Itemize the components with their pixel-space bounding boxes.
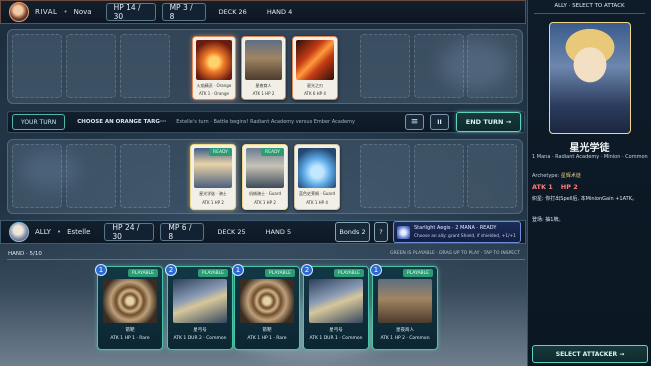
playable-badge: PLAYABLE	[265, 269, 295, 277]
blue-slime-art	[298, 148, 336, 188]
ally-hand: HAND 5	[265, 228, 292, 236]
enemy-slot[interactable]	[414, 34, 464, 98]
inspect-card-meta: 1 Mana · Radiant Academy · Minion · Comm…	[532, 154, 648, 160]
inspect-divider	[534, 13, 645, 14]
hand-card[interactable]: 2 PLAYABLE 星弓号 ATK 1 DUR 1 · Common	[301, 264, 369, 350]
ally-avatar[interactable]	[9, 222, 29, 242]
ally-card[interactable]: 蓝色史莱姆 · Guard ATK 1 HP 4	[294, 144, 340, 210]
ability-title: Starlight Aegis · 2 MANA · READY	[414, 225, 497, 231]
ally-deck: DECK 25	[217, 228, 246, 236]
rival-deck: DECK 26	[218, 8, 247, 16]
aegis-icon	[397, 226, 410, 239]
hand-card[interactable]: 1 PLAYABLE 箭靶 ATK 1 HP 1 · Rare	[95, 264, 163, 350]
rival-avatar[interactable]	[9, 2, 29, 22]
enemy-slot[interactable]	[120, 34, 170, 98]
merchant-art	[245, 40, 282, 80]
ally-slot[interactable]	[12, 144, 62, 208]
merchant-art	[378, 279, 432, 323]
playable-badge: PLAYABLE	[198, 269, 228, 277]
target-art	[103, 279, 157, 323]
hand-card[interactable]: 1 PLAYABLE 星夜商人 ATK 1 HP 2 · Common	[370, 264, 438, 350]
rival-hp: HP 14 / 30	[105, 3, 156, 21]
hand-hint: GREEN IS PLAYABLE · DRAG UP TO PLAY · TA…	[390, 251, 520, 256]
bonds-button[interactable]: Bonds 2	[335, 222, 370, 242]
ally-mp: MP 6 / 8	[160, 223, 205, 241]
mana-cost: 2	[301, 264, 313, 276]
hero-ability-button[interactable]: Starlight Aegis · 2 MANA · READY Choose …	[393, 221, 521, 243]
ally-card[interactable]: READY 机械骑士 · Guard ATK 1 HP 2	[242, 144, 288, 210]
battle-message: Estelle's turn · Battle begins! Radiant …	[176, 119, 355, 125]
inspect-header: ALLY · SELECT TO ATTACK	[554, 3, 625, 9]
inspect-archetype: Archetype: 星辉术徒	[532, 173, 581, 179]
inspect-effect-text: 织星: 你打出Spell后, 本MinionGain +1ATK。	[532, 196, 637, 202]
ally-slot[interactable]	[120, 144, 170, 208]
target-art	[240, 279, 294, 323]
rival-hand: HAND 4	[266, 8, 293, 16]
ally-slot[interactable]	[414, 144, 464, 208]
hand-card[interactable]: 2 PLAYABLE 星弓号 ATK 1 DUR 2 · Common	[165, 264, 233, 350]
pause-button[interactable]: II	[430, 114, 449, 130]
rival-label: RIVAL	[35, 8, 58, 16]
inspect-card-title: 星光学徒	[569, 143, 610, 154]
playable-badge: PLAYABLE	[403, 269, 433, 277]
ability-desc: Choose an ally: grant Shield, if shielde…	[414, 234, 516, 239]
turn-instruction: CHOOSE AN ORANGE TARG···	[77, 119, 167, 125]
enemy-card[interactable]: 火焰精灵 · Orange ATK 1 · Orange	[192, 36, 236, 100]
mana-cost: 1	[95, 264, 107, 276]
menu-icon: ≡	[410, 117, 419, 127]
enemy-slot[interactable]	[467, 34, 517, 98]
ally-label: ALLY	[35, 228, 51, 236]
enemy-slot[interactable]	[12, 34, 62, 98]
rival-player-name: Nova	[73, 8, 92, 16]
ally-slot[interactable]	[66, 144, 116, 208]
inspect-card-art	[549, 22, 631, 134]
hand-label: HAND · 5/10	[8, 251, 42, 257]
playable-badge: PLAYABLE	[334, 269, 364, 277]
enemy-card[interactable]: 星夜商人 ATK 1 HP 2	[241, 36, 286, 100]
star-bow-art	[309, 279, 363, 323]
ally-slot[interactable]	[360, 144, 410, 208]
ally-player-name: Estelle	[67, 228, 91, 236]
ready-badge: READY	[260, 148, 284, 156]
enemy-slot[interactable]	[66, 34, 116, 98]
ally-slot[interactable]	[467, 144, 517, 208]
select-attacker-button[interactable]: SELECT ATTACKER →	[532, 345, 648, 363]
help-button[interactable]: ?	[374, 222, 388, 242]
playable-badge: PLAYABLE	[128, 269, 158, 277]
end-turn-button[interactable]: END TURN →	[456, 112, 521, 132]
ally-hp: HP 24 / 30	[104, 223, 155, 241]
ally-card[interactable]: READY 星光学徒 · 骑士 ATK 1 HP 2	[190, 144, 236, 210]
pause-icon: II	[437, 118, 442, 126]
mana-cost: 1	[370, 264, 382, 276]
star-bow-art	[173, 279, 227, 323]
ready-badge: READY	[208, 148, 232, 156]
fire-elemental-art	[196, 40, 232, 80]
flame-blade-art	[296, 40, 334, 80]
enemy-card[interactable]: 星光之刃 ATK 6 HP 4	[292, 36, 338, 100]
your-turn-badge: YOUR TURN	[12, 114, 66, 130]
enemy-slot[interactable]	[360, 34, 410, 98]
hand-divider	[7, 259, 525, 260]
mana-cost: 2	[165, 264, 177, 276]
hand-card[interactable]: 1 PLAYABLE 箭靶 ATK 1 HP 1 · Rare	[232, 264, 300, 350]
rival-bar: RIVAL • Nova HP 14 / 30 MP 3 / 8 DECK 26…	[0, 0, 526, 24]
inspect-battlecry-text: 登场: 抽1牌。	[532, 217, 564, 223]
mana-cost: 1	[232, 264, 244, 276]
inspect-panel: ALLY · SELECT TO ATTACK 星光学徒 1 Mana · Ra…	[527, 0, 651, 366]
rival-mp: MP 3 / 8	[161, 3, 206, 21]
menu-button[interactable]: ≡	[405, 114, 424, 130]
inspect-stats: ATK 1 HP 2	[532, 183, 578, 191]
